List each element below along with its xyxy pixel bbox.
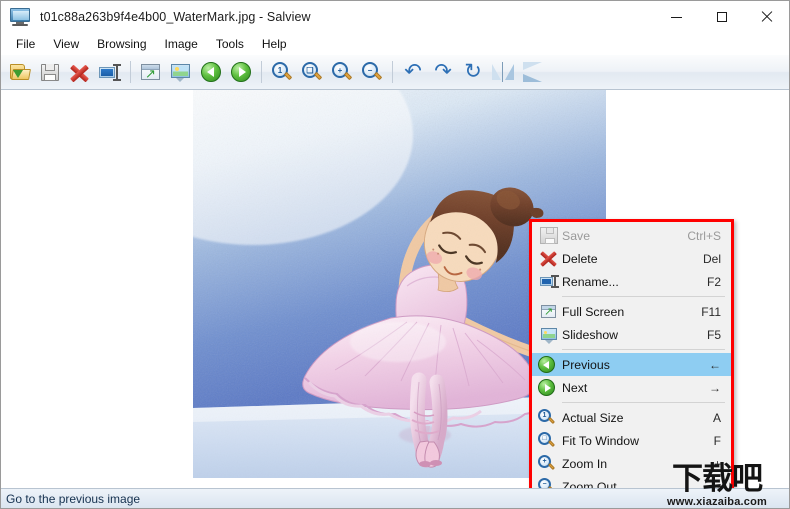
- slideshow-icon: [170, 61, 192, 83]
- toolbar-separator: [392, 61, 393, 83]
- menu-tools[interactable]: Tools: [207, 34, 253, 54]
- toolbar-zoom-in-button[interactable]: +: [327, 57, 357, 87]
- toolbar-fit-window-button[interactable]: ❑: [297, 57, 327, 87]
- menu-separator: [562, 296, 725, 297]
- menu-view[interactable]: View: [44, 34, 88, 54]
- toolbar-zoom-out-button[interactable]: −: [357, 57, 387, 87]
- toolbar-separator: [130, 61, 131, 83]
- toolbar-previous-button[interactable]: [196, 57, 226, 87]
- fit-to-window-icon: ❑: [301, 61, 323, 83]
- fit-to-window-icon: □: [536, 430, 562, 451]
- menu-bar: File View Browsing Image Tools Help: [1, 33, 789, 55]
- zoom-in-icon: +: [536, 453, 562, 474]
- menu-image[interactable]: Image: [156, 34, 207, 54]
- delete-icon: [536, 248, 562, 269]
- toolbar-actual-size-button[interactable]: 1: [267, 57, 297, 87]
- flip-vertical-icon: [522, 62, 544, 82]
- menu-file[interactable]: File: [7, 34, 44, 54]
- toolbar-redo-button[interactable]: ↷: [428, 57, 458, 87]
- content-area: Save Ctrl+S Delete Del Rename... F2 ↗ Fu…: [1, 90, 789, 488]
- undo-icon: ↶: [404, 60, 422, 83]
- full-screen-icon: ↗: [536, 301, 562, 322]
- window-title: t01c88a263b9f4e4b00_WaterMark.jpg - Salv…: [40, 10, 311, 24]
- status-bar: Go to the previous image: [1, 488, 789, 508]
- menu-separator: [562, 349, 725, 350]
- menu-item-next[interactable]: Next →: [532, 376, 731, 399]
- next-icon: [536, 377, 562, 398]
- menu-item-zoom-in[interactable]: + Zoom In +: [532, 452, 731, 475]
- minimize-button[interactable]: [654, 1, 699, 33]
- zoom-out-icon: −: [361, 61, 383, 83]
- save-icon: [536, 225, 562, 246]
- next-icon: [230, 61, 252, 83]
- previous-icon: [536, 354, 562, 375]
- toolbar-undo-button[interactable]: ↶: [398, 57, 428, 87]
- flip-horizontal-icon: [492, 62, 514, 82]
- title-bar: t01c88a263b9f4e4b00_WaterMark.jpg - Salv…: [1, 1, 789, 33]
- menu-browsing[interactable]: Browsing: [88, 34, 155, 54]
- slideshow-icon: [536, 324, 562, 345]
- toolbar-save-button[interactable]: [35, 57, 65, 87]
- zoom-in-icon: +: [331, 61, 353, 83]
- close-button[interactable]: [744, 1, 789, 33]
- toolbar-slideshow-button[interactable]: [166, 57, 196, 87]
- actual-size-icon: 1: [271, 61, 293, 83]
- menu-item-save[interactable]: Save Ctrl+S: [532, 224, 731, 247]
- toolbar-open-button[interactable]: [5, 57, 35, 87]
- maximize-button[interactable]: [699, 1, 744, 33]
- actual-size-icon: 1: [536, 407, 562, 428]
- toolbar-next-button[interactable]: [226, 57, 256, 87]
- salview-window: t01c88a263b9f4e4b00_WaterMark.jpg - Salv…: [0, 0, 790, 509]
- menu-item-fit-to-window[interactable]: □ Fit To Window F: [532, 429, 731, 452]
- menu-separator: [562, 402, 725, 403]
- save-icon: [39, 61, 61, 83]
- menu-item-slideshow[interactable]: Slideshow F5: [532, 323, 731, 346]
- full-screen-icon: ↗: [140, 61, 162, 83]
- menu-item-actual-size[interactable]: 1 Actual Size A: [532, 406, 731, 429]
- monitor-icon: [10, 8, 32, 26]
- refresh-icon: ↻: [464, 60, 482, 83]
- menu-item-zoom-out[interactable]: − Zoom Out -: [532, 475, 731, 488]
- toolbar: ↗ 1 ❑ + − ↶ ↷ ↻: [1, 55, 789, 90]
- zoom-out-icon: −: [536, 476, 562, 488]
- delete-icon: [69, 61, 91, 83]
- redo-icon: ↷: [434, 60, 452, 83]
- menu-help[interactable]: Help: [253, 34, 296, 54]
- menu-item-delete[interactable]: Delete Del: [532, 247, 731, 270]
- status-text: Go to the previous image: [6, 491, 141, 506]
- toolbar-separator: [261, 61, 262, 83]
- rename-icon: [99, 61, 121, 83]
- previous-icon: [200, 61, 222, 83]
- open-folder-icon: [9, 61, 31, 83]
- toolbar-flip-horizontal-button[interactable]: [488, 57, 518, 87]
- toolbar-rename-button[interactable]: [95, 57, 125, 87]
- context-menu[interactable]: Save Ctrl+S Delete Del Rename... F2 ↗ Fu…: [529, 219, 734, 488]
- toolbar-flip-vertical-button[interactable]: [518, 57, 548, 87]
- menu-item-previous[interactable]: Previous ←: [532, 353, 731, 376]
- rename-icon: [536, 271, 562, 292]
- window-controls: [654, 1, 789, 33]
- toolbar-refresh-button[interactable]: ↻: [458, 57, 488, 87]
- menu-item-full-screen[interactable]: ↗ Full Screen F11: [532, 300, 731, 323]
- toolbar-fullscreen-button[interactable]: ↗: [136, 57, 166, 87]
- toolbar-delete-button[interactable]: [65, 57, 95, 87]
- menu-item-rename[interactable]: Rename... F2: [532, 270, 731, 293]
